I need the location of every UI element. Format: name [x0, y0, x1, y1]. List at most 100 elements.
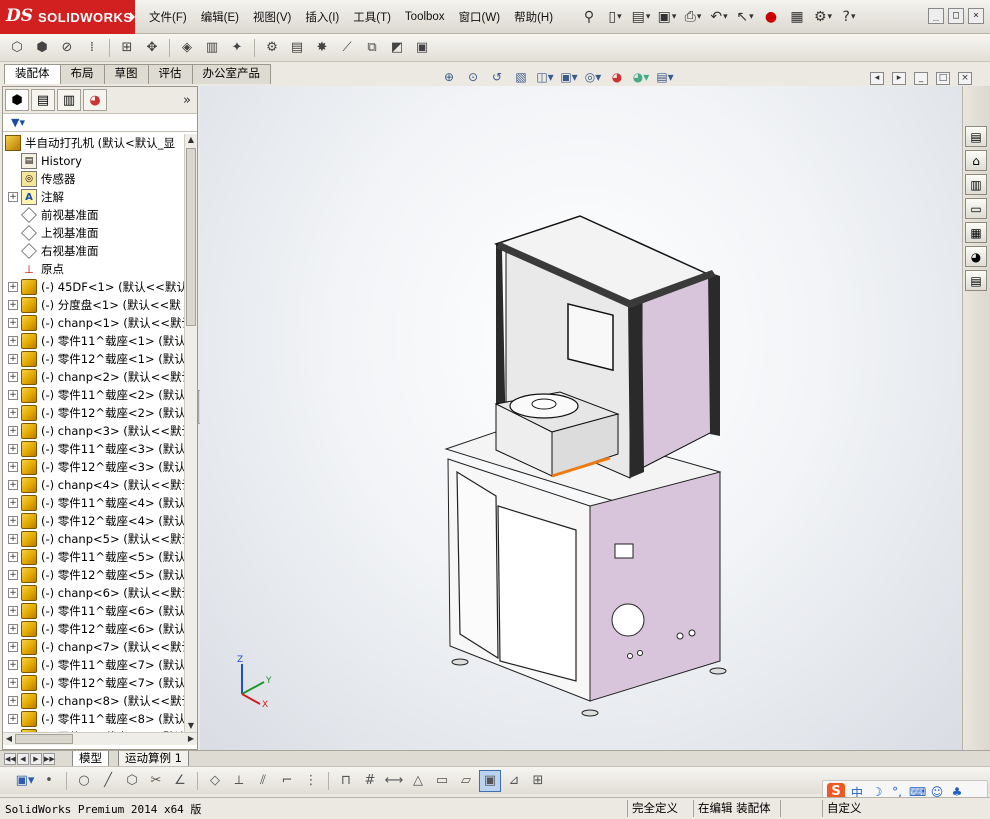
assembly-3d-model[interactable] — [440, 206, 760, 726]
tree-component-row[interactable]: + (-) 零件11^载座<8> (默认 — [3, 710, 184, 728]
tree-expand-toggle[interactable]: + — [8, 678, 18, 688]
tree-component-row[interactable]: + (-) 零件11^载座<5> (默认 — [3, 548, 184, 566]
component-pattern-icon[interactable]: ⁞ — [81, 37, 103, 59]
tree-expand-toggle[interactable]: + — [8, 390, 18, 400]
tree-node[interactable]: ▤ History — [3, 152, 184, 170]
tree-component-row[interactable]: + (-) chanp<5> (默认<<默认 — [3, 530, 184, 548]
tab-sketch[interactable]: 草图 — [103, 64, 149, 84]
display-manager-tab-icon[interactable]: ◕ — [83, 89, 107, 111]
tree-expand-toggle[interactable]: + — [8, 300, 18, 310]
explode-line-sketch-icon[interactable]: ⟋ — [336, 37, 358, 59]
tree-component-row[interactable]: + (-) chanp<6> (默认<<默认 — [3, 584, 184, 602]
new-document-icon[interactable]: ▯ — [604, 6, 626, 28]
centerline-icon[interactable]: ∠ — [169, 770, 191, 792]
status-custom[interactable]: 自定义 — [822, 800, 866, 817]
tree-expand-toggle[interactable]: + — [8, 642, 18, 652]
open-folder-icon[interactable]: ▤ — [630, 6, 652, 28]
view-orientation-icon[interactable]: ◫▾ — [536, 68, 554, 86]
solidworks-logo[interactable]: DS SOLIDWORKS — [0, 0, 135, 34]
tree-expand-toggle[interactable]: + — [8, 462, 18, 472]
tree-expand-toggle[interactable]: + — [8, 588, 18, 598]
view-palette-icon[interactable]: ▦ — [965, 222, 987, 243]
tree-node[interactable]: ⊥ 原点 — [3, 260, 184, 278]
feature-manager-tab-icon[interactable]: ⬢ — [5, 89, 29, 111]
tree-component-row[interactable]: + (-) 零件12^载座<6> (默认 — [3, 620, 184, 638]
polygon-icon[interactable]: ⬡ — [121, 770, 143, 792]
box-icon[interactable]: ▭ — [431, 770, 453, 792]
mate-icon[interactable]: ⊘ — [56, 37, 78, 59]
options-icon[interactable]: ⚙ — [812, 6, 834, 28]
home-icon[interactable]: ⌂ — [965, 150, 987, 171]
zoom-to-fit-icon[interactable]: ⊕ — [440, 68, 458, 86]
menu-edit[interactable]: 编辑(E) — [194, 9, 246, 25]
viewport-restore-icon[interactable]: □ — [936, 72, 950, 85]
appearances-scenes-icon[interactable]: ◕ — [965, 246, 987, 267]
viewport-collapse-icon[interactable]: ◂ — [870, 72, 884, 85]
tree-component-row[interactable]: + (-) chanp<4> (默认<<默认 — [3, 476, 184, 494]
assembly-features-icon[interactable]: ▥ — [201, 37, 223, 59]
grid-icon[interactable]: # — [359, 770, 381, 792]
tree-component-row[interactable]: + (-) chanp<3> (默认<<默认 — [3, 422, 184, 440]
tree-vertical-scrollbar[interactable]: ▲ ▼ — [184, 134, 197, 732]
viewport-minimize-icon[interactable]: _ — [914, 72, 928, 85]
line-icon[interactable]: ╱ — [97, 770, 119, 792]
tab-motion-study-1[interactable]: 运动算例 1 — [118, 751, 189, 767]
tab-evaluate[interactable]: 评估 — [147, 64, 193, 84]
tree-node[interactable]: 上视基准面 — [3, 224, 184, 242]
tree-expand-toggle[interactable]: + — [8, 624, 18, 634]
tree-component-row[interactable]: + (-) 零件12^载座<4> (默认 — [3, 512, 184, 530]
tree-root-assembly[interactable]: 半自动打孔机 (默认<默认_显 — [3, 134, 184, 152]
add-relation-icon[interactable]: ⊓ — [335, 770, 357, 792]
custom-properties-icon[interactable]: ▤ — [965, 270, 987, 291]
measure-icon[interactable]: ⊿ — [503, 770, 525, 792]
interference-detection-icon[interactable]: ⧉ — [361, 37, 383, 59]
tree-expand-toggle[interactable]: + — [8, 534, 18, 544]
viewport-close-icon[interactable]: × — [958, 72, 972, 85]
tree-component-row[interactable]: + (-) chanp<7> (默认<<默认 — [3, 638, 184, 656]
tree-node[interactable]: 前视基准面 — [3, 206, 184, 224]
next-tab-icon[interactable]: ▶ — [30, 753, 42, 765]
tab-model[interactable]: 模型 — [72, 751, 109, 767]
bill-of-materials-icon[interactable]: ▤ — [286, 37, 308, 59]
last-tab-icon[interactable]: ▶▶ — [43, 753, 55, 765]
tree-expand-toggle[interactable]: + — [8, 516, 18, 526]
select-pointer-icon[interactable]: ↖ — [734, 6, 756, 28]
insert-component-icon[interactable]: ⬡ — [6, 37, 28, 59]
move-component-icon[interactable]: ✥ — [141, 37, 163, 59]
zoom-to-area-icon[interactable]: ⊙ — [464, 68, 482, 86]
tree-expand-toggle[interactable]: + — [8, 336, 18, 346]
construction-geometry-icon[interactable]: ⋮ — [300, 770, 322, 792]
tree-expand-toggle[interactable]: + — [8, 696, 18, 706]
smart-dimension-icon[interactable]: ◇ — [204, 770, 226, 792]
tree-component-row[interactable]: + (-) 分度盘<1> (默认<<默 — [3, 296, 184, 314]
tab-assembly[interactable]: 装配体 — [4, 64, 61, 84]
tree-expand-toggle[interactable]: + — [8, 570, 18, 580]
new-motion-study-icon[interactable]: ⚙ — [261, 37, 283, 59]
tree-component-row[interactable]: + (-) 零件12^载座<7> (默认 — [3, 674, 184, 692]
tree-component-row[interactable]: + (-) 零件11^载座<7> (默认 — [3, 656, 184, 674]
tree-node[interactable]: 右视基准面 — [3, 242, 184, 260]
viewport-expand-icon[interactable]: ▸ — [892, 72, 906, 85]
corner-rectangle-icon[interactable]: ⌐ — [276, 770, 298, 792]
view-settings-icon[interactable]: ▤▾ — [656, 68, 674, 86]
menu-toolbox[interactable]: Toolbox — [398, 11, 452, 23]
tree-expand-toggle[interactable]: + — [8, 714, 18, 724]
property-manager-tab-icon[interactable]: ▤ — [31, 89, 55, 111]
scroll-left-arrow-icon[interactable]: ◀ — [3, 733, 15, 745]
reference-geometry-icon[interactable]: ✦ — [226, 37, 248, 59]
tree-expand-toggle[interactable]: + — [8, 192, 18, 202]
new-part-icon[interactable]: ⬢ — [31, 37, 53, 59]
tree-component-row[interactable]: + (-) 45DF<1> (默认<<默认 — [3, 278, 184, 296]
triangle-icon[interactable]: △ — [407, 770, 429, 792]
tree-expand-toggle[interactable]: + — [8, 660, 18, 670]
more-tabs-chevron-icon[interactable]: » — [183, 93, 191, 108]
tree-component-row[interactable]: + (-) chanp<2> (默认<<默认 — [3, 368, 184, 386]
3d-box-icon[interactable]: ▱ — [455, 770, 477, 792]
edit-appearance-icon[interactable]: ◕ — [608, 68, 626, 86]
first-tab-icon[interactable]: ◀◀ — [4, 753, 16, 765]
menu-help[interactable]: 帮助(H) — [507, 9, 560, 25]
scroll-right-arrow-icon[interactable]: ▶ — [185, 733, 197, 745]
point-icon[interactable]: • — [38, 770, 60, 792]
offset-entities-icon[interactable]: ⫽ — [252, 770, 274, 792]
tab-layout[interactable]: 布局 — [59, 64, 105, 84]
